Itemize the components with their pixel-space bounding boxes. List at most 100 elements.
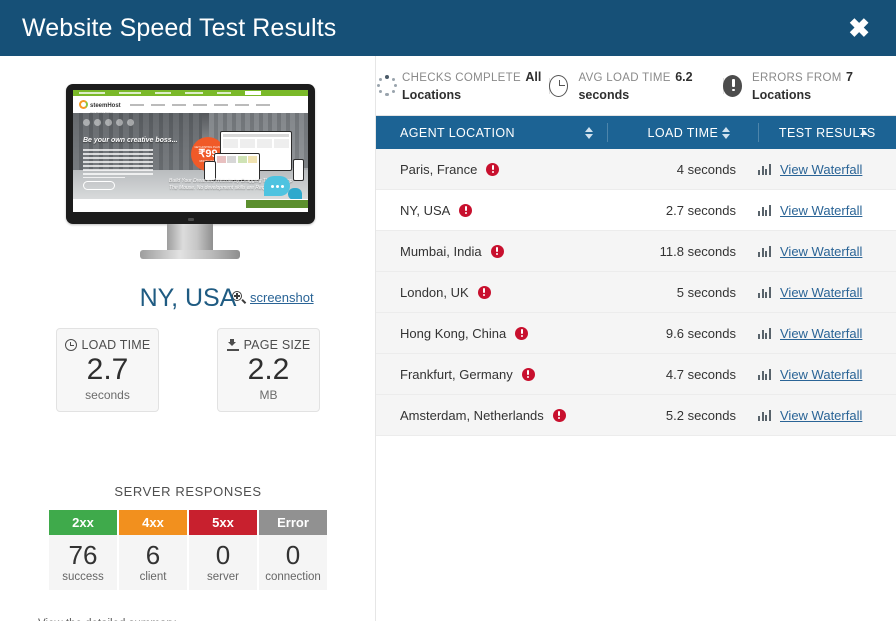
close-icon[interactable]: ✖ [844, 13, 874, 43]
error-icon [477, 285, 491, 299]
view-waterfall-link[interactable]: View Waterfall [780, 285, 862, 300]
server-response-5xx-code: 5xx [189, 510, 257, 535]
caret-down-icon [721, 133, 730, 139]
row-test-results-cell: View Waterfall [758, 203, 896, 218]
sort-toggle-agent-location[interactable] [585, 126, 594, 139]
website-thumbnail: steemHost Your Hosting Partner Be [73, 90, 308, 212]
server-response-error-count: 0 [259, 535, 327, 571]
mock-navbar: steemHost Your Hosting Partner [73, 94, 308, 115]
row-location-cell: Mumbai, India [376, 244, 608, 259]
server-response-5xx-count: 0 [189, 535, 257, 571]
table-row[interactable]: London, UK 5 seconds View Waterfall [376, 272, 896, 313]
speed-test-results-modal: Website Speed Test Results ✖ steemHost B… [0, 0, 896, 621]
row-location-label: Paris, France [400, 161, 478, 177]
server-response-4xx-count: 6 [119, 535, 187, 571]
server-response-2xx-code: 2xx [49, 510, 117, 535]
error-icon [486, 162, 500, 176]
stat-page-size-value: 2.2 [247, 353, 290, 386]
row-location-label: Frankfurt, Germany [400, 366, 513, 382]
table-row[interactable]: Amsterdam, Netherlands 5.2 seconds View … [376, 395, 896, 436]
column-header-load-time[interactable]: LOAD TIME [608, 116, 757, 149]
row-test-results-cell: View Waterfall [758, 285, 896, 300]
row-location-label: Mumbai, India [400, 243, 482, 259]
view-waterfall-link[interactable]: View Waterfall [780, 367, 862, 382]
summary-avg-load-time-text: AVG LOAD TIME 6.2 seconds [578, 68, 722, 104]
bar-chart-icon [758, 368, 772, 380]
stat-load-time-value: 2.7 [86, 353, 129, 386]
table-row[interactable]: Hong Kong, China 9.6 seconds View Waterf… [376, 313, 896, 354]
table-row[interactable]: Frankfurt, Germany 4.7 seconds View Wate… [376, 354, 896, 395]
caret-up-icon [585, 126, 594, 132]
row-location-label: Hong Kong, China [400, 325, 507, 341]
row-location-cell: London, UK [376, 285, 608, 300]
view-waterfall-link[interactable]: View Waterfall [780, 203, 862, 218]
caret-up-icon [860, 130, 869, 135]
monitor-neck [166, 224, 213, 250]
error-icon [722, 74, 743, 97]
server-response-4xx: 4xx 6 client [119, 510, 187, 590]
results-table-header: AGENT LOCATION LOAD TIME TEST RESULTS [376, 116, 896, 149]
row-load-time: 9.6 seconds [665, 325, 736, 341]
error-icon [490, 244, 504, 258]
table-row[interactable]: Mumbai, India 11.8 seconds View Waterfal… [376, 231, 896, 272]
error-icon [459, 203, 473, 217]
row-test-results-cell: View Waterfall [758, 408, 896, 423]
left-summary-panel: steemHost Your Hosting Partner Be [0, 56, 376, 621]
modal-body: steemHost Your Hosting Partner Be [0, 56, 896, 621]
table-row[interactable]: Paris, France 4 seconds View Waterfall [376, 149, 896, 190]
bar-chart-icon [758, 286, 772, 298]
view-waterfall-link[interactable]: View Waterfall [780, 244, 862, 259]
sort-toggle-load-time[interactable] [721, 126, 730, 139]
row-test-results-cell: View Waterfall [758, 162, 896, 177]
server-response-error-label: connection [259, 571, 327, 590]
column-header-test-results[interactable]: TEST RESULTS [759, 116, 896, 149]
server-response-4xx-code: 4xx [119, 510, 187, 535]
row-location-cell: Amsterdam, Netherlands [376, 408, 608, 423]
caret-down-icon [585, 133, 594, 139]
row-load-time: 11.8 seconds [659, 243, 736, 259]
bar-chart-icon [758, 204, 772, 216]
right-results-panel: CHECKS COMPLETE All Locations AVG LOAD T… [376, 56, 896, 621]
sort-toggle-test-results[interactable] [860, 130, 869, 135]
mock-brand: steemHost [90, 103, 121, 109]
stat-page-size-label: PAGE SIZE [243, 338, 311, 352]
stat-page-size: PAGE SIZE 2.2 MB [217, 328, 320, 412]
server-response-5xx-label: server [189, 571, 257, 590]
view-waterfall-link[interactable]: View Waterfall [780, 162, 862, 177]
download-icon [226, 339, 239, 351]
stat-load-time-unit: seconds [85, 388, 130, 402]
mock-cta-button [83, 181, 115, 190]
bar-chart-icon [758, 245, 772, 257]
row-load-time: 4 seconds [676, 161, 736, 177]
summary-checks-complete: CHECKS COMPLETE All Locations [376, 68, 549, 104]
row-location-cell: Frankfurt, Germany [376, 367, 608, 382]
mock-headline: Be your own creative boss... [83, 137, 178, 144]
table-row[interactable]: NY, USA 2.7 seconds View Waterfall [376, 190, 896, 231]
row-location-cell: NY, USA [376, 203, 608, 218]
error-icon [552, 408, 566, 422]
view-waterfall-link[interactable]: View Waterfall [780, 408, 862, 423]
server-response-2xx-label: success [49, 571, 117, 590]
summary-errors-from-text: ERRORS FROM 7 Locations [752, 68, 896, 104]
row-location-cell: Hong Kong, China [376, 326, 608, 341]
mock-logo: steemHost Your Hosting Partner [79, 94, 121, 115]
bar-chart-icon [758, 163, 772, 175]
row-test-results-cell: View Waterfall [758, 326, 896, 341]
summary-checks-complete-text: CHECKS COMPLETE All Locations [402, 68, 549, 104]
server-responses-row: 2xx 76 success 4xx 6 client 5xx 0 server… [0, 510, 376, 590]
row-test-results-cell: View Waterfall [758, 244, 896, 259]
stat-load-time: LOAD TIME 2.7 seconds [56, 328, 159, 412]
row-location-label: Amsterdam, Netherlands [400, 407, 544, 423]
server-response-2xx-count: 76 [49, 535, 117, 571]
server-responses-title: SERVER RESPONSES [114, 484, 262, 499]
view-waterfall-link[interactable]: View Waterfall [780, 326, 862, 341]
modal-titlebar: Website Speed Test Results ✖ [0, 0, 896, 56]
caret-up-icon [721, 126, 730, 132]
site-screenshot-preview[interactable]: steemHost Your Hosting Partner Be [57, 84, 322, 274]
row-test-results-cell: View Waterfall [758, 367, 896, 382]
column-header-agent-location[interactable]: AGENT LOCATION [376, 116, 607, 149]
row-location-cell: Paris, France [376, 162, 608, 177]
results-table: AGENT LOCATION LOAD TIME TEST RESULTS Pa… [376, 116, 896, 436]
bar-chart-icon [758, 327, 772, 339]
mock-hero: Be your own creative boss... GET HOSTING… [73, 113, 308, 208]
